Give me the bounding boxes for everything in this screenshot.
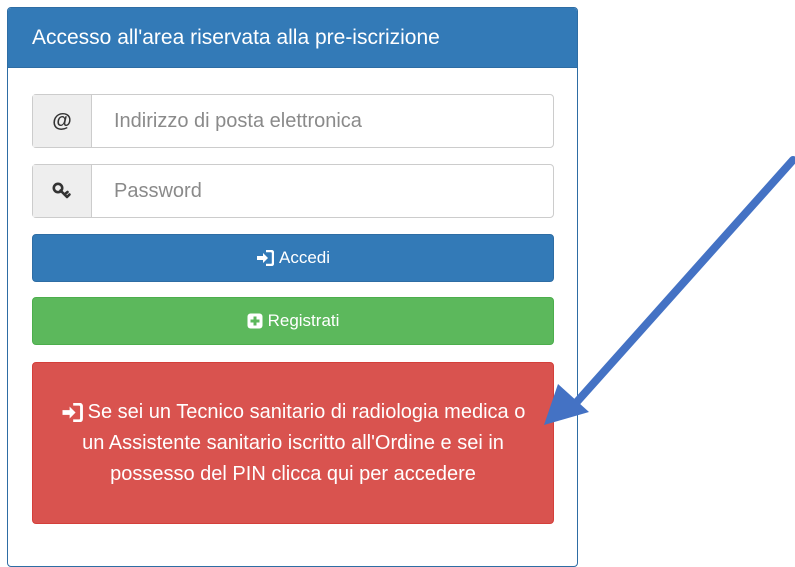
- annotation-arrow-icon: [544, 156, 795, 425]
